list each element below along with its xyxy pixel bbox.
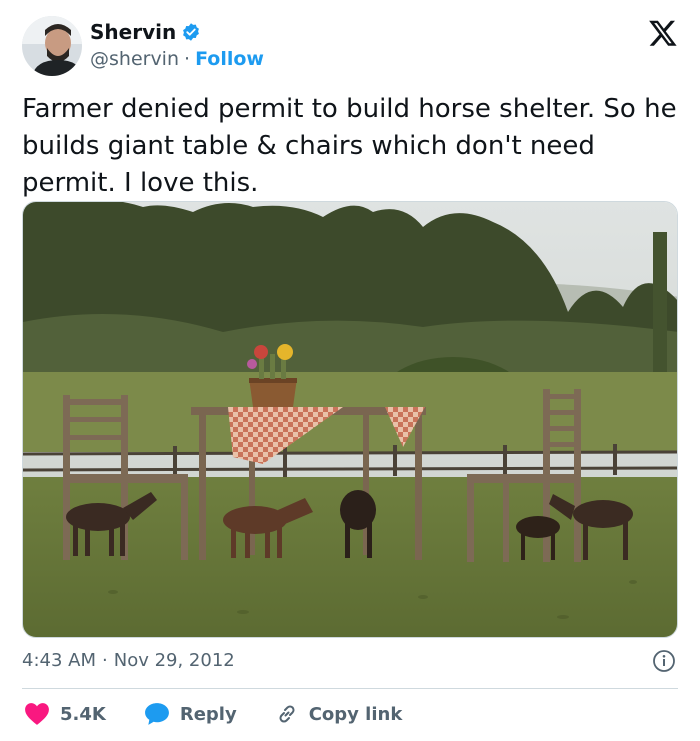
tweet-text: Farmer denied permit to build horse shel… — [22, 94, 677, 198]
author-name[interactable]: Shervin — [90, 20, 176, 44]
author-name-row: Shervin — [90, 20, 201, 44]
x-logo-icon[interactable] — [648, 18, 678, 48]
action-bar: 5.4K Reply Copy link — [24, 700, 440, 728]
tweet-card: Shervin @shervin · Follow Farmer denied … — [0, 0, 700, 741]
post-date: Nov 29, 2012 — [113, 650, 235, 671]
follow-button[interactable]: Follow — [195, 48, 264, 70]
handle-separator: · — [184, 48, 191, 70]
copy-link-label: Copy link — [308, 703, 403, 725]
link-icon — [275, 702, 299, 726]
timestamp[interactable]: 4:43 AM · Nov 29, 2012 — [22, 650, 235, 671]
verified-badge-icon — [181, 22, 201, 42]
reply-bubble-icon — [144, 702, 170, 726]
heart-icon — [24, 702, 50, 726]
like-button[interactable]: 5.4K — [24, 702, 106, 726]
reply-label: Reply — [179, 703, 237, 725]
reply-button[interactable]: Reply — [144, 702, 237, 726]
divider — [22, 688, 678, 689]
handle-row: @shervin · Follow — [90, 48, 264, 70]
info-icon[interactable] — [652, 649, 676, 673]
post-time: 4:43 AM — [22, 650, 96, 671]
tweet-photo[interactable] — [22, 201, 678, 638]
copy-link-button[interactable]: Copy link — [275, 702, 403, 726]
like-count: 5.4K — [60, 703, 106, 725]
author-handle[interactable]: @shervin — [90, 48, 179, 70]
meta-separator: · — [102, 650, 108, 671]
avatar[interactable] — [22, 16, 82, 76]
